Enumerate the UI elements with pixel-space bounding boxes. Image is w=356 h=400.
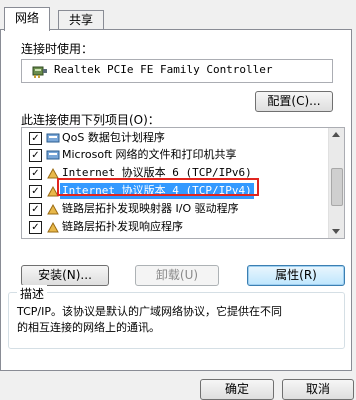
scroll-up-icon[interactable]: [332, 132, 340, 137]
printer-share-icon: [46, 150, 60, 160]
list-item-selected[interactable]: ✓ Internet 协议版本 4 (TCP/IPv4): [22, 183, 312, 199]
description-group: 描述 TCP/IP。该协议是默认的广域网络协议，它提供在不同 的相互连接的网络上…: [8, 285, 345, 349]
connect-using-label: 连接时使用：: [21, 42, 94, 56]
install-button[interactable]: 安装(N)...: [21, 265, 109, 286]
properties-panel: 连接时使用： Realtek PCIe FE Family Controller…: [0, 29, 352, 371]
checkbox[interactable]: ✓: [29, 132, 42, 145]
description-text-2: 的相互连接的网络上的通讯。: [17, 321, 160, 334]
checkbox[interactable]: ✓: [29, 185, 42, 198]
checkbox[interactable]: ✓: [29, 221, 42, 234]
protocol-icon: [47, 167, 59, 179]
adapter-field: Realtek PCIe FE Family Controller: [21, 59, 333, 83]
description-text-1: TCP/IP。该协议是默认的广域网络协议，它提供在不同: [17, 305, 282, 318]
checkbox[interactable]: ✓: [29, 167, 42, 180]
list-item[interactable]: ✓ 链路层拓扑发现映射器 I/O 驱动程序: [22, 201, 312, 217]
adapter-name: Realtek PCIe FE Family Controller: [54, 63, 273, 76]
protocol-icon: [47, 203, 59, 215]
list-item[interactable]: ✓ Microsoft 网络的文件和打印机共享: [22, 147, 312, 163]
item-label: 链路层拓扑发现映射器 I/O 驱动程序: [62, 202, 239, 215]
item-label: QoS 数据包计划程序: [62, 131, 165, 144]
list-item[interactable]: ✓ QoS 数据包计划程序: [22, 130, 312, 146]
item-label: Internet 协议版本 4 (TCP/IPv4): [60, 183, 254, 199]
network-adapter-icon: [32, 66, 47, 78]
items-label: 此连接使用下列项目(O)：: [21, 113, 160, 127]
configure-button[interactable]: 配置(C)...: [255, 91, 333, 112]
list-item[interactable]: ✓ Internet 协议版本 6 (TCP/IPv6): [22, 165, 312, 181]
description-title: 描述: [17, 285, 48, 302]
item-label: 链路层拓扑发现响应程序: [62, 220, 183, 233]
protocol-icon: [47, 221, 59, 233]
tab-network[interactable]: 网络: [4, 7, 50, 31]
checkbox[interactable]: ✓: [29, 149, 42, 162]
tab-strip: 网络 共享: [0, 0, 356, 31]
uninstall-button: 卸载(U): [135, 265, 219, 286]
list-scrollbar[interactable]: [328, 128, 344, 238]
item-label: Internet 协议版本 6 (TCP/IPv6): [62, 166, 252, 179]
scroll-down-icon[interactable]: [332, 229, 340, 234]
properties-button[interactable]: 属性(R): [247, 265, 345, 286]
list-item[interactable]: ✓ 链路层拓扑发现响应程序: [22, 219, 312, 235]
scroll-thumb[interactable]: [331, 168, 343, 206]
tab-sharing[interactable]: 共享: [58, 10, 104, 29]
checkbox[interactable]: ✓: [29, 203, 42, 216]
item-label: Microsoft 网络的文件和打印机共享: [62, 148, 237, 161]
protocol-icon: [47, 185, 59, 197]
components-list[interactable]: ✓ QoS 数据包计划程序 ✓ Microsoft 网络的文件和打印机共享 ✓ …: [21, 127, 345, 239]
qos-icon: [46, 133, 60, 143]
